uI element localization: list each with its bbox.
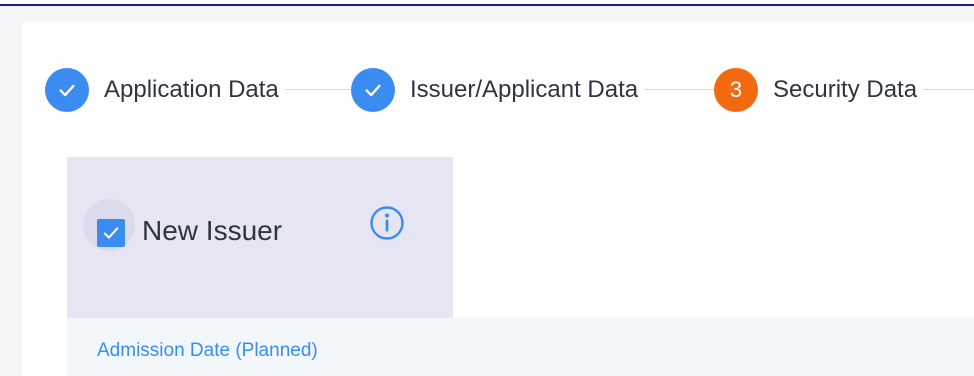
step-label: Issuer/Applicant Data [410,76,639,103]
new-issuer-label: New Issuer [142,215,283,246]
admission-date-label: Admission Date (Planned) [97,340,318,361]
top-border [0,0,974,6]
form-panel: Application Data Issuer/Applicant Data 3… [22,22,974,376]
step-security-data[interactable]: 3 Security Data [714,67,924,113]
admission-date-section: Admission Date (Planned) [67,318,974,376]
check-icon [45,68,89,112]
new-issuer-card: New Issuer [67,157,453,318]
check-icon [103,227,119,239]
step-issuer-applicant-data[interactable]: Issuer/Applicant Data [351,67,645,113]
stepper: Application Data Issuer/Applicant Data 3… [22,22,974,162]
step-label: Application Data [104,76,279,103]
step-label: Security Data [773,76,918,103]
check-icon [351,68,395,112]
step-application-data[interactable]: Application Data [45,67,285,113]
new-issuer-checkbox[interactable] [97,219,125,247]
step-number-badge: 3 [714,68,758,112]
info-icon[interactable] [369,205,405,241]
